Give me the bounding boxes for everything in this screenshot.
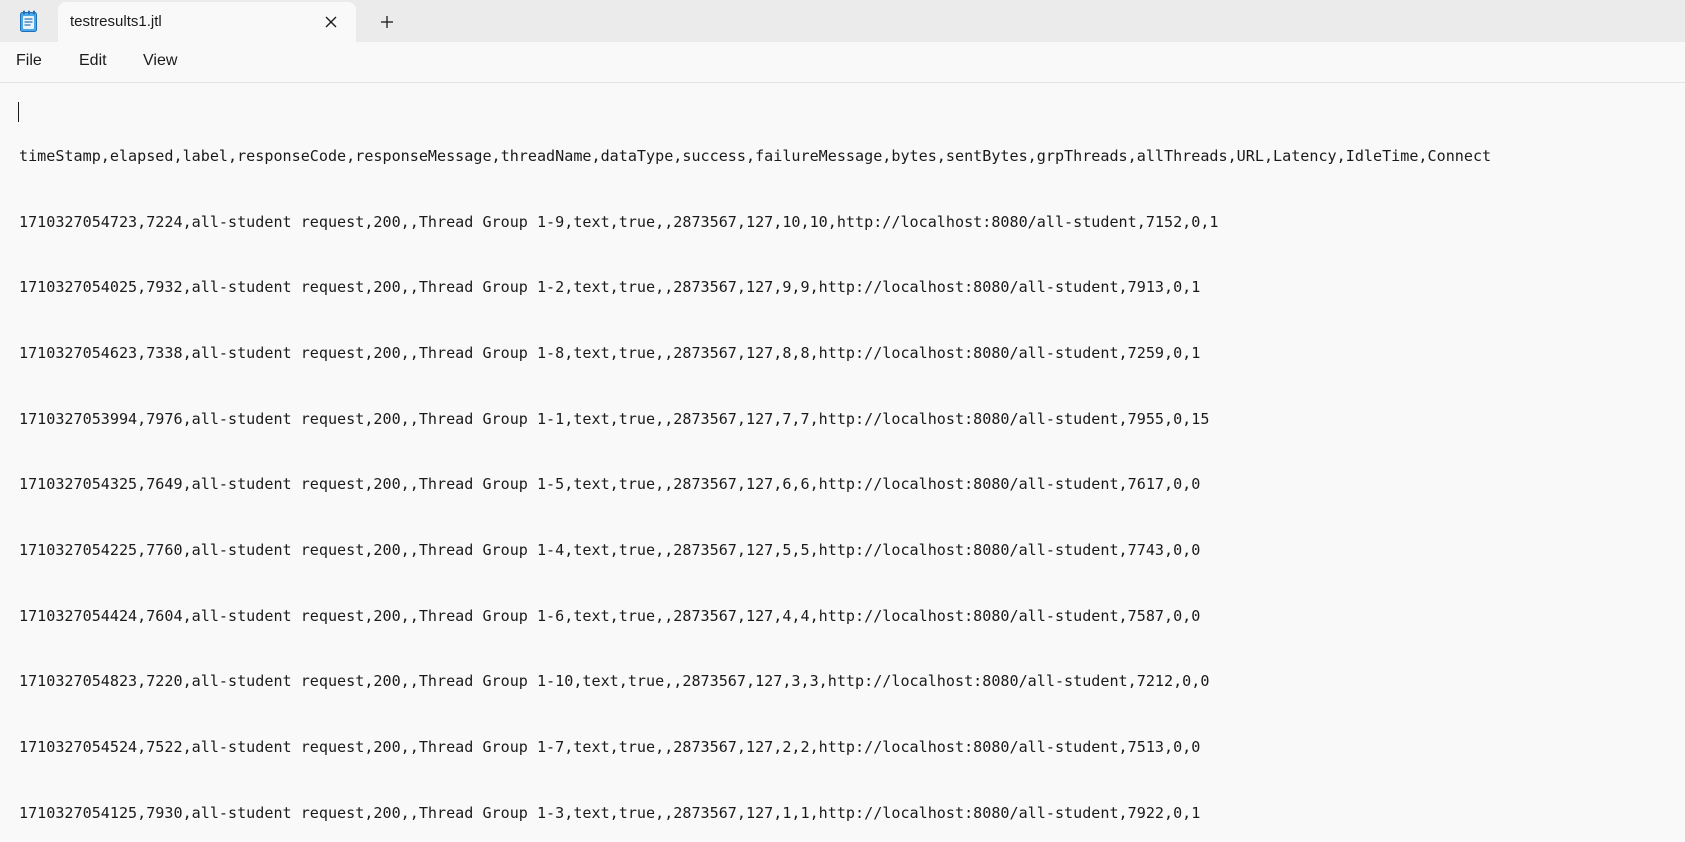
document-line: 1710327054723,7224,all-student request,2…	[19, 212, 1219, 231]
document-line: 1710327054225,7760,all-student request,2…	[19, 541, 1201, 560]
document-line: 1710327054424,7604,all-student request,2…	[19, 606, 1201, 625]
document-line: 1710327054524,7522,all-student request,2…	[19, 738, 1201, 757]
close-icon[interactable]	[320, 11, 342, 33]
plus-icon[interactable]	[376, 11, 398, 33]
document-line: 1710327054623,7338,all-student request,2…	[19, 343, 1201, 362]
tab-title: testresults1.jtl	[70, 13, 162, 30]
document-text[interactable]: timeStamp,elapsed,label,responseCode,res…	[19, 102, 1491, 842]
menu-edit[interactable]: Edit	[79, 52, 107, 70]
title-bar: testresults1.jtl	[0, 0, 1685, 42]
menu-bar: File Edit View	[0, 42, 1685, 83]
document-line: timeStamp,elapsed,label,responseCode,res…	[19, 146, 1492, 165]
document-line: 1710327054125,7930,all-student request,2…	[19, 803, 1201, 822]
menu-view[interactable]: View	[143, 52, 177, 70]
document-line: 1710327053994,7976,all-student request,2…	[19, 409, 1210, 428]
text-caret	[18, 102, 19, 122]
document-line: 1710327054325,7649,all-student request,2…	[19, 475, 1201, 494]
text-editor[interactable]: timeStamp,elapsed,label,responseCode,res…	[0, 83, 1685, 822]
notepad-icon	[18, 9, 40, 33]
menu-file[interactable]: File	[16, 52, 42, 70]
document-line: 1710327054025,7932,all-student request,2…	[19, 278, 1201, 297]
document-line: 1710327054823,7220,all-student request,2…	[19, 672, 1210, 691]
tab-testresults1[interactable]: testresults1.jtl	[58, 2, 356, 42]
